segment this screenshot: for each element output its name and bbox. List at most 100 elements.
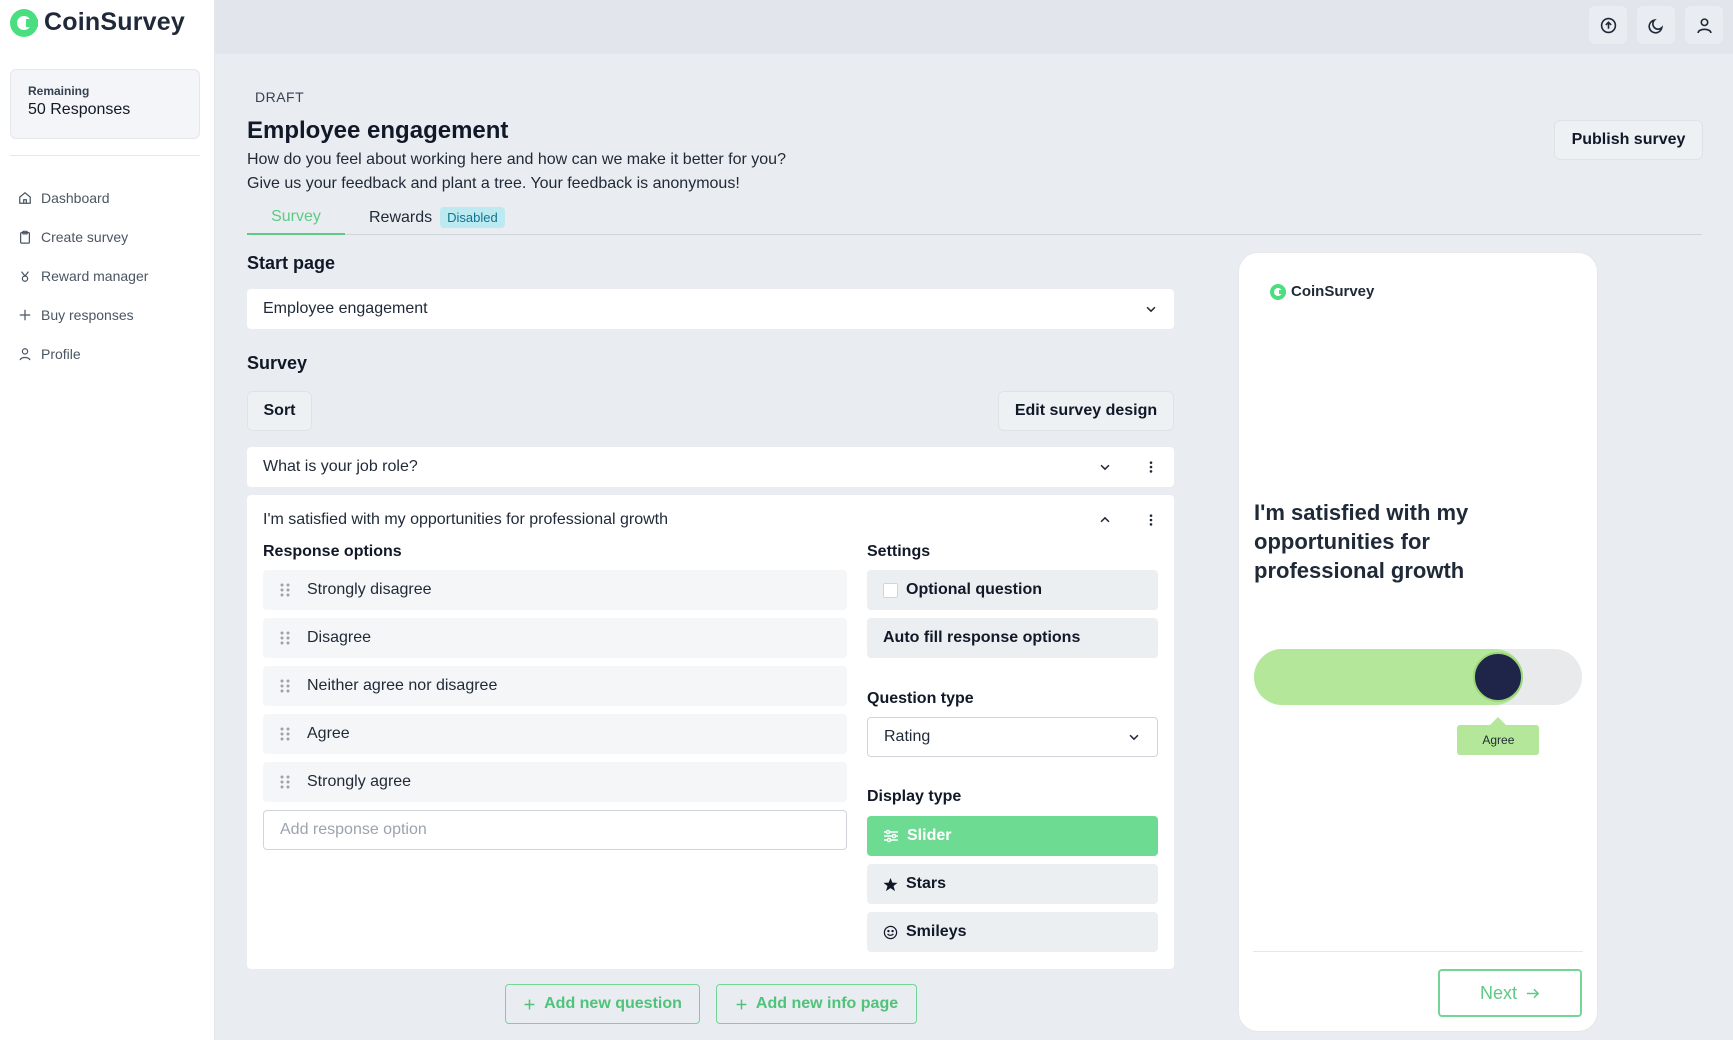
collapse-question-button[interactable] bbox=[1098, 513, 1112, 527]
response-option[interactable]: Agree bbox=[263, 714, 847, 754]
sidebar: CoinSurvey Remaining 50 Responses Dashbo… bbox=[0, 0, 215, 1040]
add-new-info-page-label: Add new info page bbox=[755, 995, 899, 1012]
question-card-growth: I'm satisfied with my opportunities for … bbox=[247, 495, 1174, 969]
tab-rewards-label: Rewards bbox=[369, 208, 433, 226]
display-type-slider[interactable]: Slider bbox=[867, 816, 1158, 856]
chevron-up-icon bbox=[1100, 516, 1110, 523]
question-row-job-role[interactable]: What is your job role? bbox=[247, 447, 1174, 487]
survey-description: How do you feel about working here and h… bbox=[247, 148, 1047, 196]
more-vertical-icon bbox=[1149, 461, 1153, 473]
add-new-question-button[interactable]: Add new question bbox=[505, 984, 700, 1024]
drag-handle-icon[interactable] bbox=[263, 582, 307, 598]
auto-fill-button[interactable]: Auto fill response options bbox=[867, 618, 1158, 658]
sidebar-item-label: Profile bbox=[41, 345, 81, 362]
clipboard-icon bbox=[20, 230, 30, 244]
start-page-title: Start page bbox=[247, 253, 336, 273]
remaining-label: Remaining bbox=[28, 84, 90, 98]
response-option[interactable]: Strongly disagree bbox=[263, 570, 847, 610]
chevron-down-icon bbox=[1100, 464, 1110, 471]
arrow-right-icon bbox=[1526, 988, 1540, 998]
start-page-value: Employee engagement bbox=[263, 300, 428, 317]
question-menu-button[interactable] bbox=[1144, 513, 1158, 527]
sidebar-item-dashboard[interactable]: Dashboard bbox=[18, 178, 148, 217]
add-new-question-label: Add new question bbox=[544, 995, 682, 1012]
survey-preview: CoinSurvey I'm satisfied with my opportu… bbox=[1238, 252, 1598, 1032]
drag-handle-icon[interactable] bbox=[263, 774, 307, 790]
preview-divider bbox=[1253, 951, 1583, 952]
next-button[interactable]: Next bbox=[1438, 969, 1582, 1017]
sidebar-item-label: Create survey bbox=[41, 228, 129, 245]
response-option[interactable]: Disagree bbox=[263, 618, 847, 658]
add-new-info-page-button[interactable]: Add new info page bbox=[716, 984, 917, 1024]
drag-handle-icon[interactable] bbox=[263, 678, 307, 694]
sidebar-item-create-survey[interactable]: Create survey bbox=[18, 217, 148, 256]
edit-survey-design-button[interactable]: Edit survey design bbox=[998, 391, 1174, 431]
sort-button[interactable]: Sort bbox=[247, 391, 312, 431]
sidebar-divider bbox=[10, 155, 200, 156]
response-option-label: Strongly disagree bbox=[307, 581, 432, 598]
sidebar-item-label: Reward manager bbox=[41, 267, 149, 284]
survey-section-title: Survey bbox=[247, 353, 308, 373]
optional-question-label: Optional question bbox=[906, 581, 1042, 598]
user-icon bbox=[1696, 17, 1712, 33]
chevron-down-icon bbox=[1146, 306, 1156, 313]
preview-slider[interactable] bbox=[1254, 649, 1582, 705]
sliders-icon bbox=[884, 829, 898, 843]
sidebar-item-buy-responses[interactable]: Buy responses bbox=[18, 295, 148, 334]
question-text: What is your job role? bbox=[263, 458, 418, 475]
page-title: Employee engagement bbox=[247, 117, 509, 144]
plus-icon bbox=[19, 309, 31, 320]
expand-question-button[interactable] bbox=[1098, 460, 1112, 474]
topbar bbox=[215, 0, 1733, 54]
display-type-label: Slider bbox=[907, 827, 952, 844]
coinsurvey-logo-icon bbox=[10, 8, 38, 37]
optional-question-checkbox[interactable] bbox=[883, 582, 898, 598]
sidebar-item-profile[interactable]: Profile bbox=[18, 334, 148, 373]
coinsurvey-logo-icon bbox=[1270, 283, 1286, 300]
display-type-title: Display type bbox=[867, 788, 962, 805]
user-icon bbox=[19, 347, 31, 360]
logo[interactable]: CoinSurvey bbox=[10, 8, 185, 37]
response-option[interactable]: Neither agree nor disagree bbox=[263, 666, 847, 706]
plus-icon bbox=[736, 999, 747, 1009]
publish-survey-button[interactable]: Publish survey bbox=[1554, 120, 1703, 160]
next-label: Next bbox=[1479, 982, 1517, 1003]
response-options-title: Response options bbox=[263, 543, 402, 560]
question-text: I'm satisfied with my opportunities for … bbox=[263, 511, 669, 528]
optional-question-toggle[interactable]: Optional question bbox=[867, 570, 1158, 610]
more-vertical-icon bbox=[1149, 514, 1153, 526]
question-card-header[interactable]: I'm satisfied with my opportunities for … bbox=[263, 505, 1158, 535]
moon-icon bbox=[1647, 18, 1663, 34]
sidebar-item-reward-manager[interactable]: Reward manager bbox=[18, 256, 148, 295]
question-menu-button[interactable] bbox=[1144, 460, 1158, 474]
display-type-label: Smileys bbox=[906, 923, 967, 940]
star-icon bbox=[883, 877, 898, 891]
slider-knob[interactable] bbox=[1473, 652, 1524, 702]
account-button[interactable] bbox=[1685, 6, 1723, 44]
tab-rewards[interactable]: Rewards Disabled bbox=[369, 200, 505, 235]
theme-toggle-button[interactable] bbox=[1637, 6, 1675, 44]
upload-button[interactable] bbox=[1589, 6, 1627, 44]
preview-logo: CoinSurvey bbox=[1270, 283, 1374, 300]
start-page-select[interactable]: Employee engagement bbox=[247, 289, 1174, 329]
response-option[interactable]: Strongly agree bbox=[263, 762, 847, 802]
tab-bar: Survey Rewards Disabled bbox=[247, 200, 1702, 235]
drag-handle-icon[interactable] bbox=[263, 630, 307, 646]
add-response-option-input[interactable] bbox=[263, 810, 847, 850]
response-option-label: Strongly agree bbox=[307, 773, 412, 790]
drag-handle-icon[interactable] bbox=[263, 726, 307, 742]
sidebar-item-label: Dashboard bbox=[41, 189, 110, 206]
preview-brand: CoinSurvey bbox=[1291, 283, 1375, 300]
question-type-value: Rating bbox=[884, 728, 931, 745]
question-type-select[interactable]: Rating bbox=[867, 717, 1158, 757]
display-type-smileys[interactable]: Smileys bbox=[867, 912, 1158, 952]
response-option-label: Agree bbox=[307, 725, 350, 742]
arrow-up-circle-icon bbox=[1600, 17, 1616, 33]
slider-value-tooltip: Agree bbox=[1457, 717, 1540, 755]
display-type-stars[interactable]: Stars bbox=[867, 864, 1158, 904]
question-type-title: Question type bbox=[867, 690, 974, 707]
status-label: DRAFT bbox=[255, 89, 305, 105]
response-option-label: Disagree bbox=[307, 629, 372, 646]
tab-survey[interactable]: Survey bbox=[247, 200, 345, 235]
description-line-1: How do you feel about working here and h… bbox=[247, 151, 786, 168]
